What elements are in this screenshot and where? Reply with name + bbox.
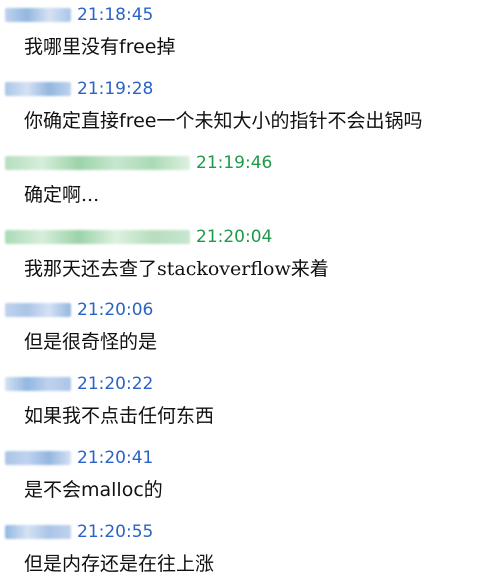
message-timestamp: 21:20:04 — [196, 227, 273, 247]
blurred-sender-name — [5, 451, 71, 465]
message-text: 确定啊... — [24, 184, 100, 206]
message-header: 21:20:22 — [5, 371, 153, 397]
blurred-sender-name — [5, 525, 71, 539]
message-header: 21:20:06 — [5, 297, 153, 323]
message-header: 21:19:28 — [5, 76, 153, 102]
message-text: 我那天还去查了stackoverflow来着 — [24, 258, 329, 280]
blurred-sender-name — [5, 303, 71, 317]
message-timestamp: 21:20:55 — [77, 522, 154, 542]
chat-log: 21:18:45 我哪里没有free掉 21:19:28 你确定直接free一个… — [0, 0, 500, 587]
message-header: 21:20:41 — [5, 445, 153, 471]
blurred-sender-name — [5, 156, 190, 170]
message-timestamp: 21:19:46 — [196, 153, 273, 173]
blurred-sender-name — [5, 377, 71, 391]
message-header: 21:20:04 — [5, 224, 272, 250]
message-header: 21:18:45 — [5, 2, 153, 28]
message-text: 如果我不点击任何东西 — [24, 405, 215, 427]
message-text: 我哪里没有free掉 — [24, 36, 176, 58]
blurred-sender-name — [5, 230, 190, 244]
message-timestamp: 21:18:45 — [77, 5, 154, 25]
blurred-sender-name — [5, 82, 71, 96]
message-timestamp: 21:19:28 — [77, 79, 154, 99]
message-text: 但是很奇怪的是 — [24, 331, 158, 353]
message-text: 是不会malloc的 — [24, 479, 163, 501]
message-header: 21:20:55 — [5, 519, 153, 545]
message-timestamp: 21:20:22 — [77, 374, 154, 394]
message-header: 21:19:46 — [5, 150, 272, 176]
blurred-sender-name — [5, 8, 71, 22]
message-timestamp: 21:20:41 — [77, 448, 154, 468]
message-timestamp: 21:20:06 — [77, 300, 154, 320]
message-text: 你确定直接free一个未知大小的指针不会出锅吗 — [24, 110, 423, 132]
message-text: 但是内存还是在往上涨 — [24, 553, 215, 575]
